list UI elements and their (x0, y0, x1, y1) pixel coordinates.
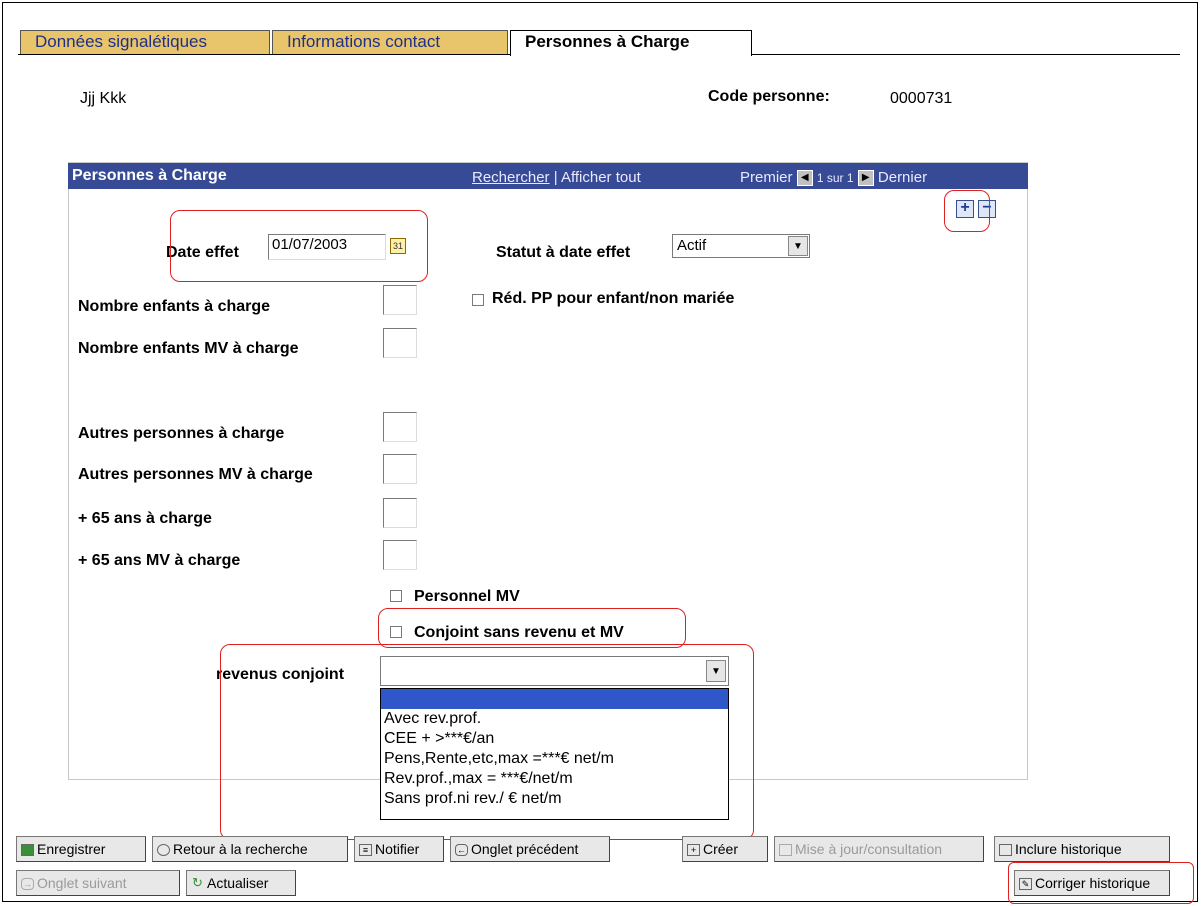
create-button[interactable]: + Créer (682, 836, 768, 862)
tab-personnes-a-charge[interactable]: Personnes à Charge (510, 30, 752, 56)
person-name: Jjj Kkk (80, 90, 127, 107)
back-to-search-button[interactable]: Retour à la recherche (152, 836, 348, 862)
refresh-button[interactable]: ↻ Actualiser (186, 870, 296, 896)
highlight-add-button (944, 190, 990, 232)
update-display-button[interactable]: Mise à jour/consultation (774, 836, 984, 862)
include-history-button[interactable]: Inclure historique (994, 836, 1170, 862)
nb-enfants-input[interactable] (383, 285, 417, 315)
personnel-mv-label: Personnel MV (414, 588, 520, 605)
history-icon (999, 844, 1012, 857)
refresh-icon: ↻ (192, 875, 203, 891)
notify-button[interactable]: ≡ Notifier (354, 836, 444, 862)
autres-mv-input[interactable] (383, 454, 417, 484)
code-personne-label: Code personne: (708, 88, 830, 105)
save-icon (21, 844, 34, 857)
highlight-date-effet (170, 210, 428, 282)
plus65-label: + 65 ans à charge (78, 510, 212, 527)
next-arrow-icon[interactable]: ▶ (857, 170, 874, 187)
plus65-mv-input[interactable] (383, 540, 417, 570)
tab-donnees-signaletiques[interactable]: Données signalétiques (20, 30, 270, 54)
save-button[interactable]: Enregistrer (16, 836, 146, 862)
autres-mv-label: Autres personnes MV à charge (78, 466, 313, 483)
show-all-link[interactable]: Afficher tout (561, 169, 641, 186)
nav-separator: | (553, 169, 558, 186)
statut-value: Actif (677, 237, 707, 254)
grid-nav-left: Rechercher | Afficher tout (472, 169, 641, 186)
grid-title: Personnes à Charge (72, 167, 227, 184)
autres-input[interactable] (383, 412, 417, 442)
plus65-mv-label: + 65 ans MV à charge (78, 552, 241, 569)
create-icon: + (687, 844, 700, 857)
red-pp-checkbox[interactable] (472, 294, 484, 306)
next-tab-button[interactable]: → Onglet suivant (16, 870, 180, 896)
previous-tab-button[interactable]: ← Onglet précédent (450, 836, 610, 862)
last-link[interactable]: Dernier (878, 169, 927, 186)
plus65-input[interactable] (383, 498, 417, 528)
nb-enfants-mv-label: Nombre enfants MV à charge (78, 340, 299, 357)
nb-enfants-mv-input[interactable] (383, 328, 417, 358)
search-link[interactable]: Rechercher (472, 169, 550, 186)
update-icon (779, 844, 792, 857)
search-icon (157, 844, 170, 857)
prev-arrow-icon[interactable]: ◀ (796, 170, 813, 187)
highlight-correct-history (1008, 862, 1194, 904)
row-counter: 1 sur 1 (816, 171, 854, 185)
autres-label: Autres personnes à charge (78, 425, 285, 442)
nb-enfants-label: Nombre enfants à charge (78, 298, 271, 315)
personnel-mv-checkbox[interactable] (390, 590, 402, 602)
statut-select[interactable]: Actif ▼ (672, 234, 810, 258)
highlight-revenus (220, 644, 754, 840)
arrow-left-icon: ← (455, 844, 468, 857)
grid-nav-right: Premier ◀ 1 sur 1 ▶ Dernier (740, 169, 927, 187)
arrow-right-icon: → (21, 878, 34, 891)
notify-icon: ≡ (359, 844, 372, 857)
first-link[interactable]: Premier (740, 169, 793, 186)
code-personne-value: 0000731 (890, 90, 953, 107)
red-pp-label: Réd. PP pour enfant/non mariée (492, 290, 735, 307)
chevron-down-icon[interactable]: ▼ (788, 236, 808, 256)
grid-header: Personnes à Charge Rechercher | Afficher… (68, 163, 1028, 189)
statut-label: Statut à date effet (496, 244, 631, 261)
tab-informations-contact[interactable]: Informations contact (272, 30, 508, 54)
highlight-conjoint (378, 608, 686, 648)
